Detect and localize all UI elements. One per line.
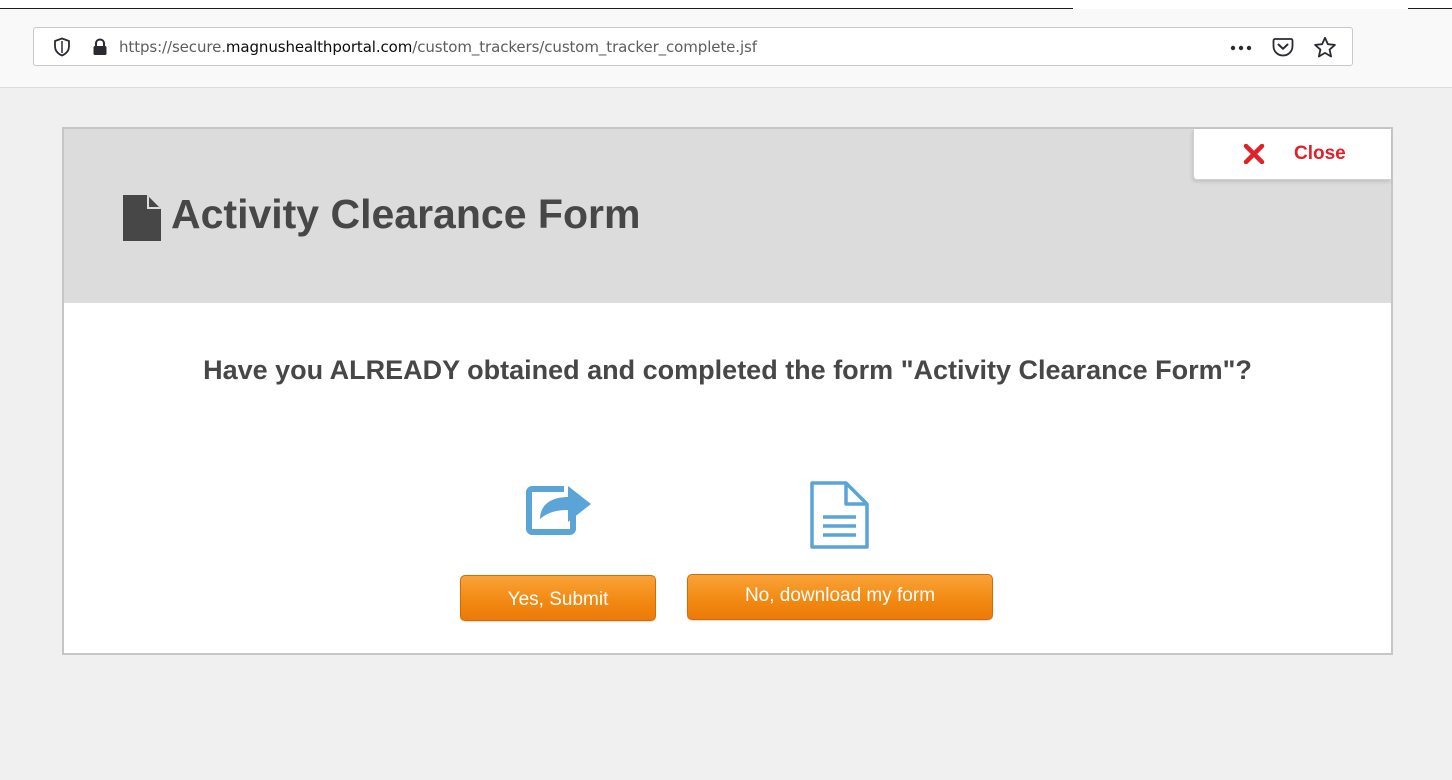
close-button[interactable]: Close <box>1193 129 1391 180</box>
url-text[interactable]: https://secure.magnushealthportal.com/cu… <box>119 38 757 56</box>
share-icon <box>526 483 596 540</box>
url-path: /custom_trackers/custom_tracker_complete… <box>412 38 757 56</box>
url-domain: magnushealthportal.com <box>225 38 413 56</box>
modal-header: Activity Clearance Form <box>64 129 1391 303</box>
modal-title: Activity Clearance Form <box>171 191 641 237</box>
question-text: Have you ALREADY obtained and completed … <box>203 355 1252 385</box>
no-download-form-button[interactable]: No, download my form <box>687 574 993 620</box>
url-bar[interactable]: https://secure.magnushealthportal.com/cu… <box>33 27 1353 66</box>
lock-icon[interactable] <box>92 38 108 61</box>
shield-icon[interactable] <box>53 37 71 62</box>
file-text-icon <box>810 481 870 554</box>
yes-submit-button[interactable]: Yes, Submit <box>460 575 656 621</box>
document-icon <box>121 195 161 246</box>
activity-clearance-modal: Activity Clearance Form Close Have you A… <box>62 127 1393 655</box>
close-label: Close <box>1294 143 1346 164</box>
pocket-icon[interactable] <box>1272 36 1294 63</box>
more-icon[interactable] <box>1229 37 1253 62</box>
close-x-icon <box>1243 143 1265 169</box>
star-icon[interactable] <box>1313 36 1337 64</box>
url-prefix: https://secure. <box>119 38 226 56</box>
browser-toolbar: https://secure.magnushealthportal.com/cu… <box>0 9 1452 88</box>
